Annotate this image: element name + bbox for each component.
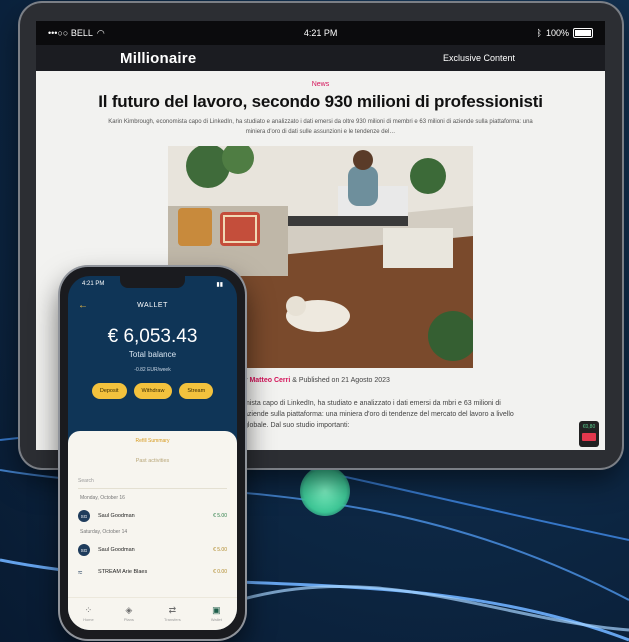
deposit-button[interactable]: Deposit: [91, 383, 127, 399]
activity-name: Saul Goodman: [98, 547, 135, 553]
bottom-nav: ⁘ Home ◈ Plans ⇄ Transfers ▣ Wallet: [68, 597, 237, 630]
wallet-title: WALLET: [137, 301, 168, 309]
stream-button[interactable]: Stream: [179, 383, 214, 399]
nav-plans[interactable]: ◈ Plans: [123, 605, 134, 623]
phone-device: 4:21 PM ▮▮ ← WALLET € 6,053.43 Total bal…: [60, 267, 245, 639]
nav-label: Wallet: [210, 617, 222, 622]
phone-notch: [120, 276, 185, 288]
article-lead: Karin Kimbrough, economista capo di Link…: [108, 119, 533, 135]
article-category[interactable]: News: [66, 81, 575, 88]
floating-cta[interactable]: €0,80: [579, 421, 599, 447]
article-byline: y Matteo Cerri & Published on 21 Agosto …: [244, 377, 390, 384]
article-body: mista capo di LinkedIn, ha studiato e an…: [244, 400, 514, 429]
activity-row[interactable]: SG Saul Goodman € 5.00: [78, 543, 227, 557]
phone-screen: 4:21 PM ▮▮ ← WALLET € 6,053.43 Total bal…: [68, 276, 237, 630]
activity-name: STREAM Arie Blaes: [98, 569, 148, 575]
wallet-balance: € 6,053.43: [107, 326, 198, 347]
battery-icon: [572, 28, 593, 38]
activity-amount: € 5.00: [213, 547, 227, 553]
exclusive-content-link[interactable]: Exclusive Content: [443, 53, 515, 63]
activity-amount: € 5.00: [213, 513, 227, 519]
nav-home[interactable]: ⁘ Home: [83, 605, 94, 623]
sheet-title: Refill Summary: [135, 438, 170, 444]
activity-date: Saturday, October 14: [80, 529, 128, 535]
balance-label: Total balance: [128, 350, 177, 359]
activity-search-input[interactable]: Search: [78, 478, 227, 489]
byline-published: & Published on 21 Agosto 2023: [292, 377, 390, 384]
balance-change: -0.82 EUR/week: [134, 367, 171, 373]
article-title: Il futuro del lavoro, secondo 930 milion…: [98, 92, 543, 111]
home-icon: ⁘: [84, 605, 93, 615]
glow-orb: [300, 466, 350, 516]
transfer-icon: ⇄: [168, 605, 177, 615]
wallet-header: ← WALLET: [68, 292, 237, 318]
carrier-text: •••○○ BELL: [48, 28, 93, 38]
nav-label: Home: [83, 617, 94, 622]
nav-label: Plans: [123, 617, 134, 622]
withdraw-button[interactable]: Withdraw: [133, 383, 173, 399]
activity-date: Monday, October 16: [80, 495, 125, 501]
nav-transfers[interactable]: ⇄ Transfers: [164, 605, 181, 623]
site-logo[interactable]: Millionaire: [120, 50, 196, 67]
nav-label: Transfers: [164, 617, 181, 622]
author-link[interactable]: Matteo Cerri: [249, 377, 290, 384]
sheet-subtitle: Past activities: [135, 458, 170, 464]
bluetooth-icon: ᛒ: [536, 28, 542, 38]
avatar: SG: [78, 510, 90, 522]
wallet-actions: Deposit Withdraw Stream: [68, 383, 237, 399]
phone-status-time: 4:21 PM: [82, 281, 105, 287]
back-arrow-icon[interactable]: ←: [78, 300, 88, 311]
activity-row[interactable]: ≈ STREAM Arie Blaes € 0.00: [78, 565, 227, 579]
cta-price: €0,80: [582, 424, 596, 430]
activity-amount: € 0.00: [213, 569, 227, 575]
activity-row[interactable]: SG Saul Goodman € 5.00: [78, 509, 227, 523]
tablet-status-bar: •••○○ BELL ◠ 4:21 PM ᛒ 100%: [36, 21, 605, 45]
status-time: 4:21 PM: [303, 28, 338, 38]
avatar: SG: [78, 544, 90, 556]
signal-icon: ▮▮: [216, 281, 223, 288]
nav-wallet[interactable]: ▣ Wallet: [210, 605, 222, 623]
stream-icon: ≈: [78, 567, 83, 577]
tag-icon: ◈: [125, 605, 133, 615]
site-header: Millionaire Exclusive Content: [36, 45, 605, 71]
wallet-icon: ▣: [212, 605, 221, 615]
activity-name: Saul Goodman: [98, 513, 135, 519]
wifi-icon: ◠: [96, 27, 105, 38]
battery-percent: 100%: [545, 28, 569, 38]
cta-button[interactable]: [582, 433, 596, 441]
